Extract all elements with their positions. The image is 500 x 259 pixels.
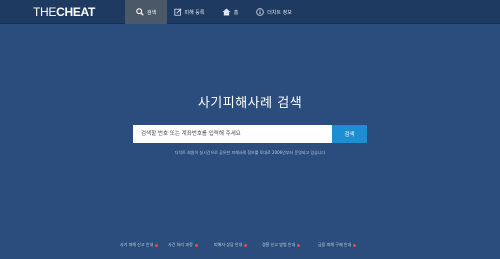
- new-badge-icon: [244, 243, 248, 247]
- footer-link-label: 경찰 신고 방법 안내: [262, 242, 296, 247]
- home-icon: [222, 8, 231, 16]
- search-button[interactable]: 검색: [332, 125, 367, 143]
- page-title: 사기피해사례 검색: [197, 96, 303, 111]
- nav-tab-info[interactable]: 더치트 정보: [249, 0, 299, 24]
- info-icon: [256, 8, 264, 16]
- nav-tab-home-label: 홈: [233, 9, 239, 16]
- footer-link[interactable]: 사건 처리 과정: [168, 240, 198, 250]
- logo-text-cheat: CHEAT: [56, 5, 96, 19]
- footer-link-label: 금융 피해 구제 안내: [318, 242, 352, 247]
- footer-link[interactable]: 사기 피해 신고 안내: [120, 240, 159, 250]
- service-notice: 더치트 회원이 실시간으로 공유한 피해사례 정보를 토대로 2006년부터 운…: [174, 150, 326, 155]
- nav-tab-report-label: 피해 등록: [184, 9, 205, 16]
- search-input[interactable]: [133, 125, 332, 143]
- search-form: 검색: [133, 125, 367, 143]
- footer-link-label: 사기 피해 신고 안내: [120, 242, 154, 247]
- search-icon: [136, 8, 144, 16]
- logo-text-the: THE: [33, 5, 57, 19]
- nav-tab-search[interactable]: 검색: [125, 0, 167, 24]
- main-nav: 검색 피해 등록 홈 더치트 정보: [125, 0, 299, 24]
- nav-tab-report[interactable]: 피해 등록: [167, 0, 211, 24]
- footer-link-label: 피해자 상담 안내: [214, 242, 243, 247]
- footer-links: 사기 피해 신고 안내 사건 처리 과정 피해자 상담 안내 경찰 신고 방법 …: [0, 240, 500, 252]
- top-navigation-bar: THECHEAT 검색 피해 등록 홈 더치트 정보: [0, 0, 500, 24]
- new-badge-icon: [297, 243, 301, 247]
- edit-icon: [173, 8, 182, 16]
- footer-link[interactable]: 금융 피해 구제 안내: [318, 240, 357, 250]
- nav-tab-home[interactable]: 홈: [211, 0, 249, 24]
- footer-link[interactable]: 피해자 상담 안내: [214, 240, 248, 250]
- footer-link-label: 사건 처리 과정: [168, 242, 193, 247]
- thecheat-logo[interactable]: THECHEAT: [33, 5, 95, 19]
- nav-tab-search-label: 검색: [146, 9, 157, 16]
- nav-tab-info-label: 더치트 정보: [267, 9, 292, 16]
- new-badge-icon: [194, 243, 198, 247]
- new-badge-icon: [155, 243, 159, 247]
- new-badge-icon: [353, 243, 357, 247]
- footer-link[interactable]: 경찰 신고 방법 안내: [262, 240, 301, 250]
